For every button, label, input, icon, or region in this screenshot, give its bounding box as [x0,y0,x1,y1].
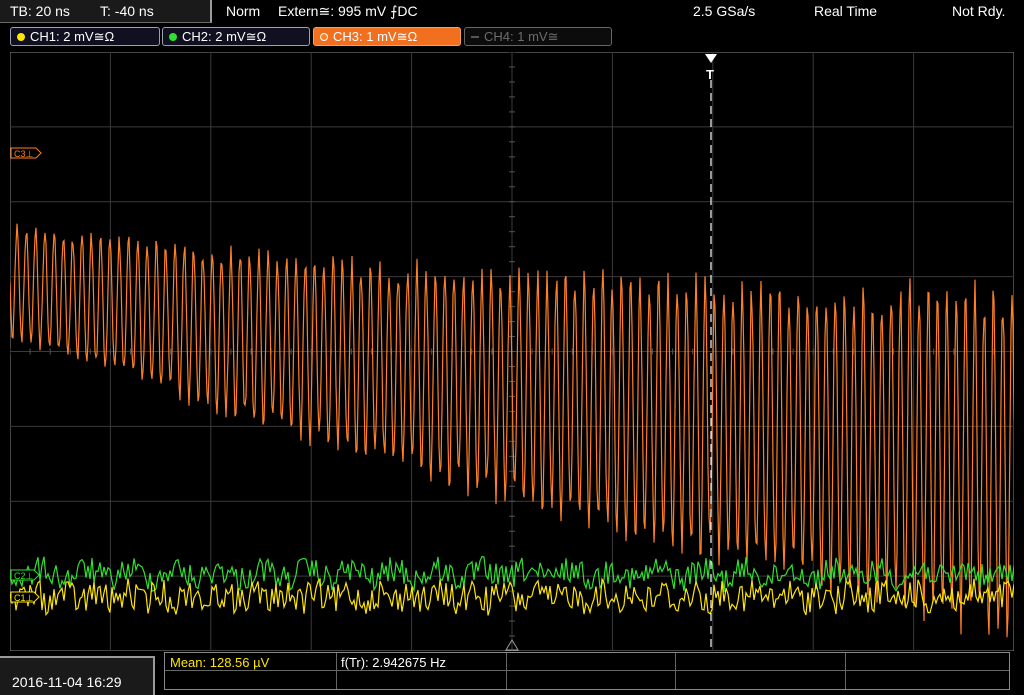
ch1-marker-label: C1⊥ [14,593,34,603]
ch3-indicator-icon [320,33,328,41]
datetime-panel: 2016-11-04 16:29 [0,656,155,695]
run-status: Not Rdy. [952,3,1006,19]
ch2-label: CH2: 2 mV≅Ω [182,29,267,44]
sample-rate: 2.5 GSa/s [693,3,756,19]
timebase-value: TB: 20 ns [10,3,70,19]
meas-divider [845,653,846,689]
acquisition-mode[interactable]: Real Time [814,3,877,19]
meas-divider [675,653,676,689]
ch4-label: CH4: 1 mV≅ [484,29,559,44]
measurement-mean[interactable]: Mean: 128.56 µV [170,655,269,670]
meas-divider [506,653,507,689]
ch2-offset-marker[interactable]: C2⊥ [10,569,40,581]
channel-1-button[interactable]: CH1: 2 mV≅Ω [10,27,160,46]
ch1-indicator-icon [17,33,25,41]
top-status-bar: TB: 20 ns T: -40 ns Norm Extern≅: 995 mV… [0,0,1024,24]
measurement-table[interactable]: Mean: 128.56 µV f(Tr): 2.942675 Hz [164,652,1010,690]
channel-3-button[interactable]: CH3: 1 mV≅Ω [313,27,461,46]
ch1-label: CH1: 2 mV≅Ω [30,29,115,44]
trigger-source[interactable]: Extern≅: 995 mV ⨍DC [278,3,418,20]
ch1-offset-marker[interactable]: C1⊥ [10,591,40,603]
timebase-panel[interactable]: TB: 20 ns T: -40 ns [0,0,212,23]
channel-4-button[interactable]: CH4: 1 mV≅ [464,27,612,46]
ch3-offset-marker[interactable]: C3⊥ [10,147,42,159]
ch2-indicator-icon [169,33,177,41]
trigger-mode[interactable]: Norm [226,3,260,19]
ch3-label: CH3: 1 mV≅Ω [333,29,418,44]
ch4-indicator-icon [471,36,479,38]
measurement-frequency[interactable]: f(Tr): 2.942675 Hz [341,655,446,670]
channel-2-button[interactable]: CH2: 2 mV≅Ω [162,27,310,46]
meas-row-divider [165,670,1009,671]
channel-bar: CH1: 2 mV≅Ω CH2: 2 mV≅Ω CH3: 1 mV≅Ω CH4:… [0,24,1024,50]
ch2-marker-label: C2⊥ [14,571,34,581]
meas-divider [336,653,337,689]
datetime-value: 2016-11-04 16:29 [12,674,122,690]
trigger-offset-value: T: -40 ns [100,3,154,19]
ch3-marker-label: C3⊥ [14,149,34,159]
trigger-marker-label: T [706,67,714,82]
waveform-display[interactable]: C3⊥ C2⊥ C1⊥ T [10,52,1014,651]
